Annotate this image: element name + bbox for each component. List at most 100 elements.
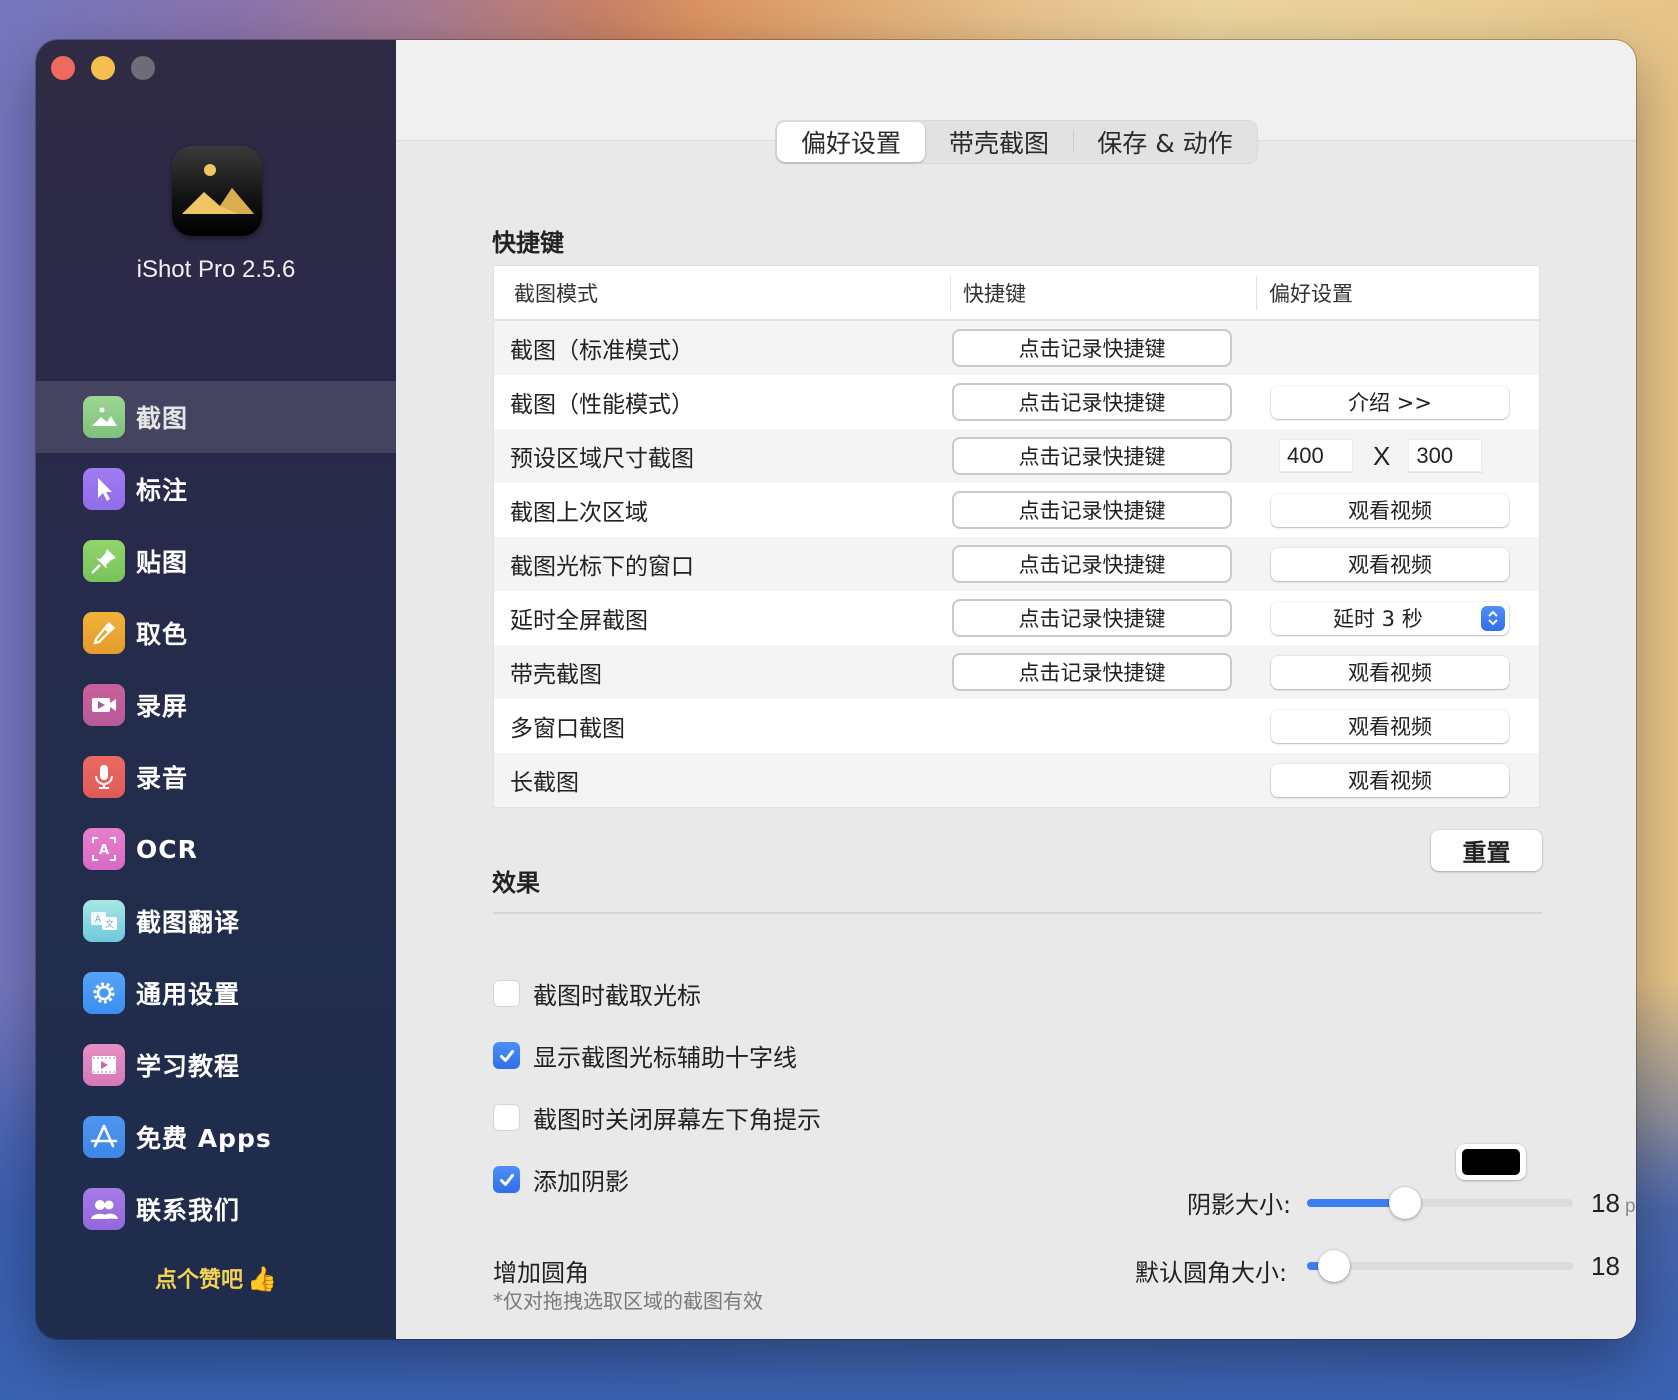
text-scan-icon: A [83,828,125,870]
eyedropper-icon [83,612,125,654]
sidebar-nav: 截图 标注 贴图 取色 录屏 录音 A OCR A 文截图翻译 通用设置 学习教程 免费 Apps 联系我… [36,381,396,1245]
sidebar-item-1[interactable]: 标注 [36,453,396,525]
zoom-window-button[interactable] [131,56,155,80]
checkbox[interactable] [493,980,520,1007]
checkbox-label: 截图时截取光标 [533,982,701,1010]
sidebar-item-0[interactable]: 截图 [36,381,396,453]
row-pref-cell: 观看视频 [1261,655,1539,689]
corner-size-slider[interactable] [1307,1250,1573,1282]
record-shortcut-button[interactable]: 点击记录快捷键 [952,599,1232,637]
tab-device-frame[interactable]: 带壳截图 [925,122,1073,162]
shadow-color-well[interactable] [1456,1144,1526,1180]
sidebar-item-10[interactable]: 免费 Apps [36,1101,396,1173]
row-mode-label: 截图（性能模式） [510,392,694,418]
row-shortcut-cell: 点击记录快捷键 [952,545,1261,583]
row-shortcut-cell: 点击记录快捷键 [952,653,1261,691]
close-window-button[interactable] [51,56,75,80]
sidebar-item-label: 录音 [136,764,189,793]
sidebar-item-7[interactable]: A 文截图翻译 [36,885,396,957]
shadow-size-unit: pt [1625,1196,1636,1217]
slider-knob[interactable] [1317,1250,1350,1282]
row-pref-cell: 观看视频 [1261,547,1539,581]
tab-preferences[interactable]: 偏好设置 [777,122,925,162]
table-header: 截图模式 快捷键 偏好设置 [494,266,1539,321]
checkbox[interactable] [493,1166,520,1193]
sidebar-item-9[interactable]: 学习教程 [36,1029,396,1101]
shadow-size-value: 18 [1591,1188,1620,1218]
record-shortcut-button[interactable]: 点击记录快捷键 [952,653,1232,691]
corner-size-unit: pt [1635,1259,1636,1281]
table-body: 截图（标准模式） 点击记录快捷键 截图（性能模式） 点击记录快捷键 介绍 >> 预设区域尺… [494,321,1539,807]
color-swatch [1462,1149,1520,1175]
size-separator: X [1373,440,1391,471]
sidebar-item-label: 通用设置 [136,980,241,1009]
shadow-size-label: 阴影大小: [1187,1191,1292,1219]
sidebar-item-label: 截图翻译 [136,908,241,937]
preset-width-input[interactable]: 400 [1279,439,1353,473]
row-mode-label: 延时全屏截图 [510,608,648,634]
up-down-chevron-icon [1481,605,1505,631]
row-pref-button[interactable]: 观看视频 [1271,709,1509,743]
checkbox[interactable] [493,1042,520,1069]
record-shortcut-button[interactable]: 点击记录快捷键 [952,329,1232,367]
column-header-mode: 截图模式 [514,281,598,306]
app-logo-icon [172,146,262,236]
record-shortcut-button[interactable]: 点击记录快捷键 [952,437,1232,475]
video-camera-icon [83,684,125,726]
microphone-icon [83,756,125,798]
row-shortcut-cell: 点击记录快捷键 [952,383,1261,421]
record-shortcut-button[interactable]: 点击记录快捷键 [952,545,1232,583]
row-pref-cell: 观看视频 [1261,493,1539,527]
delay-select[interactable]: 延时 3 秒 [1271,601,1509,635]
svg-text:A: A [95,915,102,925]
sidebar-item-label: 联系我们 [136,1196,241,1225]
row-pref-button[interactable]: 观看视频 [1271,547,1509,581]
pin-icon [83,540,125,582]
checkbox-label: 显示截图光标辅助十字线 [533,1044,797,1072]
row-pref-button[interactable]: 介绍 >> [1271,385,1509,419]
table-row: 截图上次区域 点击记录快捷键 观看视频 [494,483,1539,537]
checkbox[interactable] [493,1104,520,1131]
column-header-preferences: 偏好设置 [1256,275,1539,310]
tab-save-actions[interactable]: 保存 & 动作 [1074,122,1256,162]
svg-text:文: 文 [105,918,114,930]
people-icon [83,1188,125,1230]
effect-option: 截图时关闭屏幕左下角提示 [493,1100,821,1135]
row-pref-cell: 400 X 300 [1261,439,1539,473]
row-pref-button[interactable]: 观看视频 [1271,763,1509,797]
reset-button[interactable]: 重置 [1431,830,1542,871]
preset-height-input[interactable]: 300 [1408,439,1483,473]
shortcuts-table: 截图模式 快捷键 偏好设置 截图（标准模式） 点击记录快捷键 截图（性能模式） 点击记… [493,265,1540,808]
row-pref-button[interactable]: 观看视频 [1271,493,1509,527]
sidebar-item-2[interactable]: 贴图 [36,525,396,597]
photo-icon [83,396,125,438]
sidebar-item-8[interactable]: 通用设置 [36,957,396,1029]
translate-icon: A文 [83,900,125,942]
sidebar-item-5[interactable]: 录音 [36,741,396,813]
sidebar-item-3[interactable]: 取色 [36,597,396,669]
app-window: iShot Pro 2.5.6 截图 标注 贴图 取色 录屏 录音 A OCR A 文截图翻译 通用… [36,40,1636,1339]
sidebar-item-label: 学习教程 [136,1052,241,1081]
record-shortcut-button[interactable]: 点击记录快捷键 [952,491,1232,529]
tab-bar: 偏好设置 带壳截图 保存 & 动作 [775,120,1258,164]
shadow-size-slider[interactable] [1307,1187,1573,1219]
sidebar-item-6[interactable]: A OCR [36,813,396,885]
like-label: 点个赞吧 [155,1268,244,1293]
sidebar-item-label: 截图 [136,404,189,433]
sidebar-item-11[interactable]: 联系我们 [36,1173,396,1245]
row-pref-button[interactable]: 观看视频 [1271,655,1509,689]
window-controls [51,56,155,80]
record-shortcut-button[interactable]: 点击记录快捷键 [952,383,1232,421]
table-row: 预设区域尺寸截图 点击记录快捷键 400 X 300 [494,429,1539,483]
sidebar-item-label: 免费 Apps [136,1124,272,1153]
like-button[interactable]: 点个赞吧 👍 [36,1262,396,1294]
minimize-window-button[interactable] [91,56,115,80]
gear-icon [83,972,125,1014]
row-pref-cell: 观看视频 [1261,763,1539,797]
sidebar-item-4[interactable]: 录屏 [36,669,396,741]
pointer-icon [83,468,125,510]
film-icon [83,1044,125,1086]
sidebar: iShot Pro 2.5.6 截图 标注 贴图 取色 录屏 录音 A OCR A 文截图翻译 通用… [36,40,396,1339]
column-header-shortcut: 快捷键 [950,275,1256,310]
row-shortcut-cell: 点击记录快捷键 [952,437,1261,475]
